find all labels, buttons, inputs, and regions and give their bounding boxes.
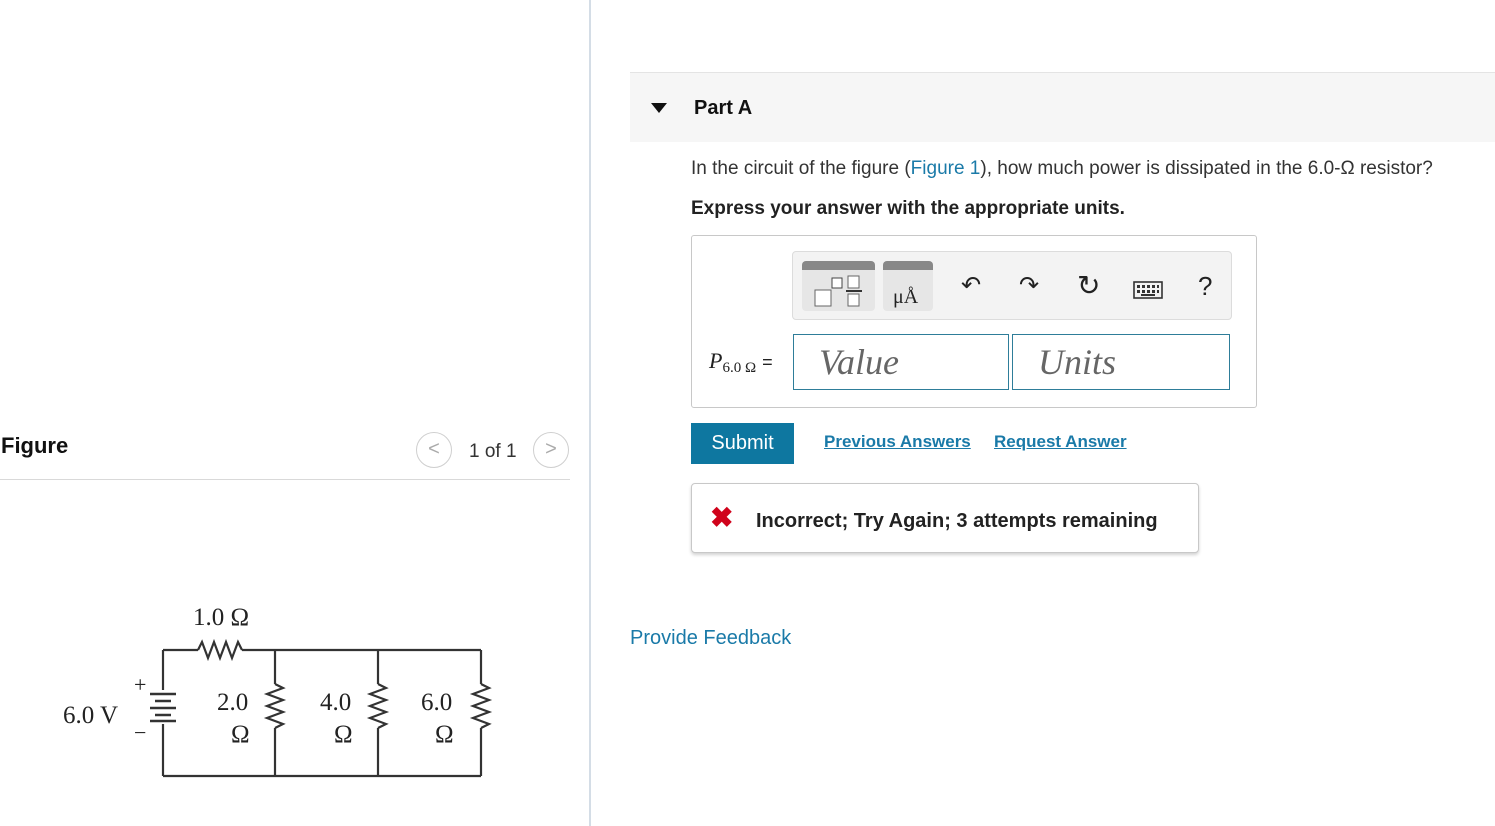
templates-button[interactable] [802,261,875,311]
request-answer-link[interactable]: Request Answer [994,432,1127,452]
question-text-end: ), how much power is dissipated in the 6… [980,158,1433,179]
figure-page-count: 1 of 1 [469,441,517,462]
part-title: Part A [694,97,753,119]
help-icon[interactable]: ? [1198,273,1212,299]
resistor-6-value: 6.0 [421,689,452,716]
math-toolbar: μÅ ↶ ↷ ↻ ? [792,251,1232,320]
resistor-2-unit: Ω [231,721,250,748]
units-input[interactable] [1012,334,1230,390]
figure-pane: Figure < 1 of 1 > 1.0 Ω 6.0 V + − 2.0 Ω … [0,0,590,826]
resistor-2-value: 2.0 [217,689,248,716]
units-label: μÅ [893,286,919,308]
resistor-6-ohm [469,683,493,729]
next-figure-button[interactable]: > [533,432,569,468]
question-text: In the circuit of the figure (Figure 1),… [691,158,1433,180]
answer-box: μÅ ↶ ↷ ↻ ? P6.0 Ω = [691,235,1257,408]
source-plus-label: + [134,672,146,697]
previous-figure-button[interactable]: < [416,432,452,468]
figure-link[interactable]: Figure 1 [911,158,981,179]
answer-variable-label: P6.0 Ω = [709,348,773,377]
variable-subscript: 6.0 Ω [722,360,757,376]
resistor-2-ohm [263,683,287,729]
submit-button[interactable]: Submit [691,423,794,464]
source-minus-label: − [134,720,146,745]
source-voltage-label: 6.0 V [63,702,118,729]
variable-symbol: P [709,348,723,373]
undo-icon[interactable]: ↶ [961,274,981,298]
feedback-message: ✖ Incorrect; Try Again; 3 attempts remai… [691,483,1199,553]
previous-answers-link[interactable]: Previous Answers [824,432,971,452]
resistor-4-ohm [366,683,390,729]
circuit-diagram: 1.0 Ω 6.0 V + − 2.0 Ω 4.0 Ω 6.0 Ω [63,604,493,778]
provide-feedback-link[interactable]: Provide Feedback [630,627,791,650]
resistor-4-unit: Ω [334,721,353,748]
resistor-4-value: 4.0 [320,689,351,716]
keyboard-icon[interactable] [1133,281,1163,299]
incorrect-x-icon: ✖ [710,502,734,533]
resistor-6-unit: Ω [435,721,454,748]
value-input[interactable] [793,334,1009,390]
units-button[interactable]: μÅ [883,261,933,311]
redo-icon[interactable]: ↷ [1019,274,1039,298]
answer-instruction: Express your answer with the appropriate… [691,198,1125,219]
collapse-triangle-icon[interactable] [651,103,667,113]
reset-icon[interactable]: ↻ [1077,272,1100,300]
question-text-start: In the circuit of the figure ( [691,158,911,179]
templates-icon [814,275,862,307]
units-icon: μÅ [893,286,919,308]
feedback-text: Incorrect; Try Again; 3 attempts remaini… [756,510,1158,532]
part-header[interactable]: Part A [630,72,1495,142]
figure-heading: Figure [1,433,69,458]
resistor-1-ohm [197,638,243,662]
figure-divider [0,479,570,480]
series-resistor-label: 1.0 Ω [193,604,249,631]
equals-sign: = [762,352,773,372]
pane-divider [589,0,591,826]
